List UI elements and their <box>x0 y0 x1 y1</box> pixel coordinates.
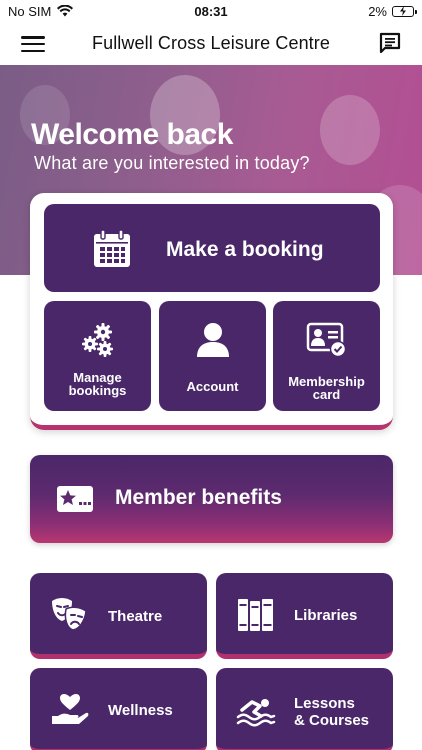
heart-hand-icon <box>52 694 89 724</box>
lessons-courses-button[interactable]: Lessons & Courses <box>216 668 393 750</box>
manage-bookings-label-line2: bookings <box>68 383 127 398</box>
books-icon <box>238 599 273 631</box>
account-button[interactable]: Account <box>159 301 266 411</box>
hero-decor <box>320 95 380 165</box>
membership-card-icon <box>306 322 346 358</box>
theatre-masks-icon <box>52 598 87 631</box>
status-bar: No SIM 08:31 2% <box>0 0 422 22</box>
battery-percent: 2% <box>368 3 387 19</box>
wellness-button[interactable]: Wellness <box>30 668 207 750</box>
status-right: 2% <box>368 3 417 19</box>
swimmer-icon <box>236 699 276 727</box>
carrier-label: No SIM <box>8 3 52 19</box>
member-benefits-button[interactable]: Member benefits <box>30 455 393 543</box>
make-booking-label: Make a booking <box>166 238 324 261</box>
membership-card-button[interactable]: Membership card <box>273 301 380 411</box>
make-booking-button[interactable]: Make a booking <box>44 204 380 292</box>
lessons-label-line1: Lessons <box>294 695 355 712</box>
star-card-icon <box>57 486 93 512</box>
theatre-button[interactable]: Theatre <box>30 573 207 659</box>
user-icon <box>196 323 229 357</box>
battery-charging-icon <box>392 5 417 17</box>
libraries-label: Libraries <box>294 607 358 624</box>
chat-message-icon[interactable] <box>378 31 402 55</box>
manage-bookings-button[interactable]: Manage bookings <box>44 301 151 411</box>
welcome-subtitle: What are you interested in today? <box>34 153 310 173</box>
account-label: Account <box>186 379 239 394</box>
theatre-label: Theatre <box>108 608 163 625</box>
calendar-icon <box>94 229 130 267</box>
wifi-icon <box>57 5 74 17</box>
libraries-button[interactable]: Libraries <box>216 573 393 659</box>
hamburger-menu-icon[interactable] <box>20 33 46 55</box>
membership-card-label-line2: card <box>312 387 341 402</box>
wellness-label: Wellness <box>108 702 173 719</box>
status-left: No SIM <box>8 3 74 19</box>
quick-actions-card: Make a booking Manage bookings Account M… <box>30 193 393 430</box>
app-header: Fullwell Cross Leisure Centre <box>0 22 422 65</box>
welcome-title: Welcome back <box>31 118 233 151</box>
gears-icon <box>81 323 113 357</box>
lessons-label-line2: & Courses <box>294 712 370 729</box>
app-title: Fullwell Cross Leisure Centre <box>92 33 330 53</box>
member-benefits-label: Member benefits <box>115 486 282 509</box>
